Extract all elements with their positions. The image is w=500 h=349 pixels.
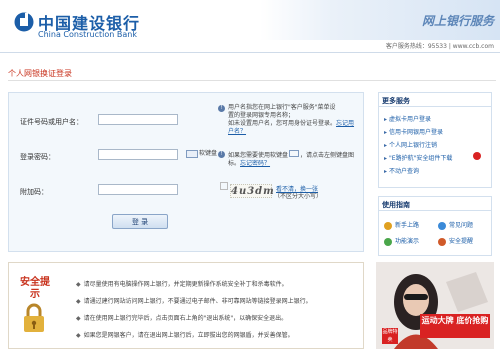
captcha-refresh-link[interactable]: 看不清，换一张 [276,184,318,193]
captcha-input[interactable] [98,184,178,195]
new-badge-icon [473,152,481,160]
info-icon: ! [218,105,225,112]
title-divider [8,80,496,81]
page-title: 个人网银换证登录 [8,69,72,78]
password-hint: 如果您需要使用软键盘 ，请点击左侧键盘图标。忘记密码？ [228,150,355,167]
soft-keyboard-icon[interactable] [186,150,198,158]
logo-english-name: China Construction Bank [38,30,137,39]
security-reminder-icon [438,237,446,246]
guide-link-demo[interactable]: 功能演示 [384,236,419,246]
user-guide-divider [378,210,492,211]
password-label: 登录密码： [20,153,55,161]
guide-link-faq[interactable]: 常见问题 [438,220,473,230]
captcha-label: 附加码： [20,188,48,196]
security-tip: ◆ 请尽量使用有电脑操作网上银行，并定期更新操作系统安全补丁和杀毒软件。 [76,281,288,288]
username-hint: 用户名指您在网上银行"客户服务"菜单设 置的登录网银专用名称； 如未设置用户名，… [228,104,355,135]
security-tip: ◆ 请通过建行网站访问网上银行，不要通过电子邮件、非可靠网站等链接登录网上银行。 [76,298,312,305]
guide-link-beginner[interactable]: 新手上路 [384,220,419,230]
keyboard-inline-icon [289,150,300,157]
banner-title: 网上银行服务 [421,14,494,28]
service-link-security-download[interactable]: ▸ "E路护航"安全组件下载 [384,153,452,162]
hotline-text: 客户服务热线：95533 | www.ccb.com [385,43,494,50]
service-link-dormant-query[interactable]: ▸ 不动户查询 [384,166,419,175]
password-input[interactable] [98,149,178,160]
captcha-marker-icon [220,182,228,190]
security-tips-title: 安全提示 [20,277,50,300]
ad-headline: 运动大牌 底价抢购 [420,314,490,338]
security-tip: ◆ 如果您是网银客户，请在退出网上银行后，立即拔出您的网银盾，并妥善保管。 [76,332,294,339]
faq-icon [438,221,446,230]
username-input[interactable] [98,114,178,125]
captcha-image: 4u3dm [230,184,275,198]
guide-link-security-reminder[interactable]: 安全提醒 [438,236,473,246]
username-label: 证件号码或用户名： [20,118,83,126]
service-link-virtual-card[interactable]: ▸ 虚拟卡用户登录 [384,114,431,123]
service-link-credit-card[interactable]: ▸ 信用卡网银用户登录 [384,127,443,136]
login-button[interactable]: 登 录 [112,214,168,229]
ccb-logo-icon [14,12,34,32]
soft-keyboard-label[interactable]: 软键盘 [199,150,217,158]
service-link-deregister[interactable]: ▸ 个人网上银行注销 [384,140,437,149]
more-services-title: 更多服务 [382,97,410,105]
more-services-divider [378,106,492,107]
forgot-password-link[interactable]: 忘记密码？ [240,160,270,167]
beginner-icon [384,221,392,230]
security-tip: ◆ 请在使用网上银行完毕后，点击页面右上角的"退出系统"，以确保安全退出。 [76,315,288,322]
user-guide-title: 使用指南 [382,201,410,209]
captcha-case-note: （不区分大小写） [274,193,323,200]
lock-icon [24,303,44,332]
info-icon: ! [218,151,225,158]
demo-icon [384,237,392,246]
ad-brand-badge: 品牌特卖 [382,328,398,344]
